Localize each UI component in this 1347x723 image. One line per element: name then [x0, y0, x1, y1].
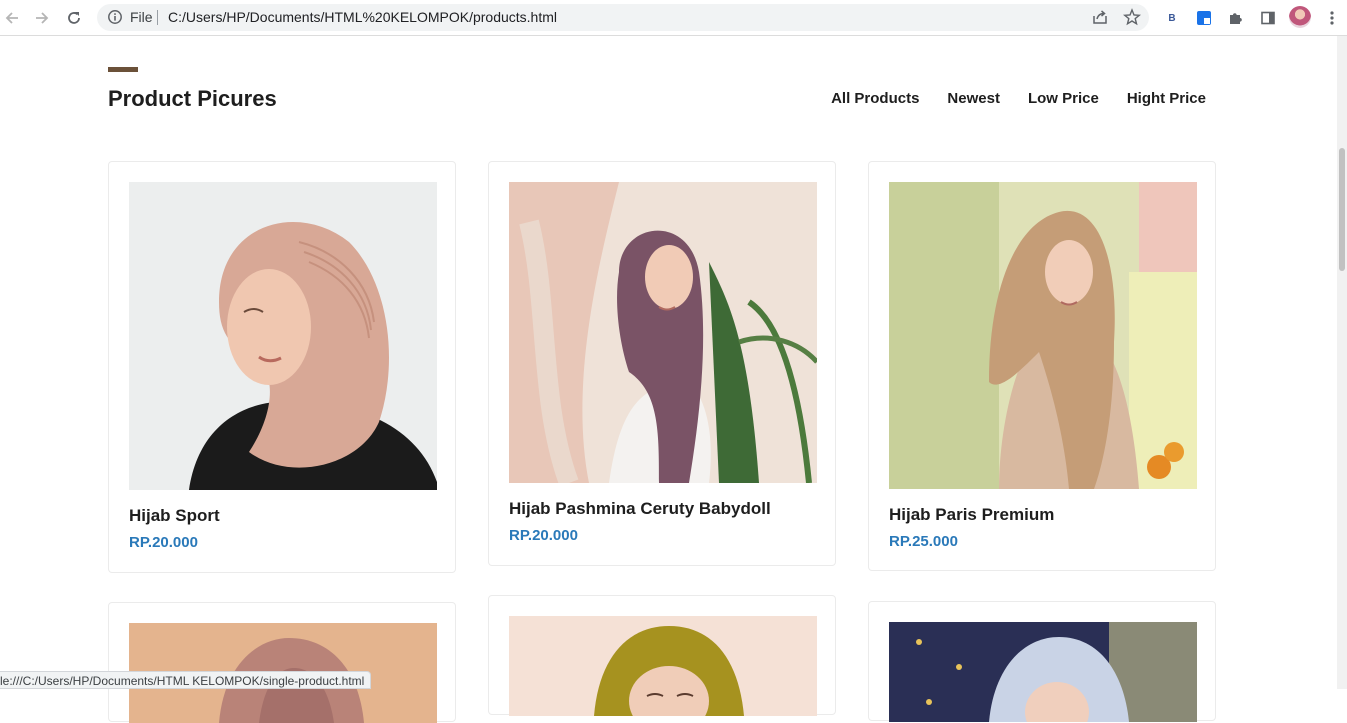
product-price: RP.20.000 [129, 534, 198, 551]
product-card[interactable]: Hijab Sport RP.20.000 [108, 161, 456, 573]
bookmark-star-icon[interactable] [1123, 8, 1141, 26]
extension-b-button[interactable]: B [1160, 6, 1184, 30]
page-scrollbar[interactable] [1337, 36, 1347, 689]
product-card[interactable]: Hijab Paris Premium RP.25.000 [868, 161, 1216, 571]
product-card[interactable]: Hijab Pashmina Ceruty Babydoll RP.20.000 [488, 161, 836, 566]
arrow-right-icon [36, 12, 49, 24]
url-divider [157, 10, 158, 25]
side-panel-icon [1261, 11, 1275, 25]
product-price: RP.25.000 [889, 533, 958, 550]
status-bar-link-preview: le:///C:/Users/HP/Documents/HTML KELOMPO… [0, 671, 372, 689]
filter-newest[interactable]: Newest [947, 90, 1000, 107]
product-name[interactable]: Hijab Pashmina Ceruty Babydoll [509, 499, 771, 519]
product-name[interactable]: Hijab Sport [129, 506, 220, 526]
extensions-button[interactable] [1224, 6, 1248, 30]
url-text[interactable]: C:/Users/HP/Documents/HTML%20KELOMPOK/pr… [168, 9, 557, 26]
product-image[interactable] [889, 622, 1197, 722]
product-card[interactable] [108, 602, 456, 723]
reload-icon [68, 12, 80, 24]
profile-avatar[interactable] [1289, 6, 1311, 28]
address-bar[interactable]: File C:/Users/HP/Documents/HTML%20KELOMP… [97, 4, 1149, 31]
hijab-mustard-photo [509, 616, 817, 716]
hijab-pashmina-photo [509, 182, 817, 483]
product-image[interactable] [129, 182, 437, 490]
url-scheme: File [130, 9, 153, 25]
product-name[interactable]: Hijab Paris Premium [889, 505, 1054, 525]
hijab-sport-photo [129, 182, 437, 490]
side-panel-button[interactable] [1256, 6, 1280, 30]
forward-button[interactable] [30, 6, 54, 30]
product-filters: All Products Newest Low Price Hight Pric… [831, 90, 1206, 107]
info-icon[interactable] [107, 9, 123, 25]
scrollbar-thumb[interactable] [1339, 148, 1345, 271]
filter-high-price[interactable]: Hight Price [1127, 90, 1206, 107]
extension-app-icon [1197, 11, 1211, 25]
filter-low-price[interactable]: Low Price [1028, 90, 1099, 107]
product-image[interactable] [509, 182, 817, 483]
product-card[interactable] [488, 595, 836, 716]
arrow-left-icon [5, 12, 18, 24]
extension-b-icon: B [1168, 12, 1176, 24]
more-vertical-icon [1330, 11, 1334, 25]
extension-blue-button[interactable] [1192, 6, 1216, 30]
hijab-paris-photo [889, 182, 1197, 489]
product-image[interactable] [509, 616, 817, 716]
product-price: RP.20.000 [509, 527, 578, 544]
browser-menu-button[interactable] [1320, 6, 1344, 30]
reload-button[interactable] [62, 6, 86, 30]
puzzle-icon [1230, 13, 1242, 24]
section-accent-bar [108, 67, 138, 72]
back-button[interactable] [0, 6, 24, 30]
browser-toolbar: File C:/Users/HP/Documents/HTML%20KELOMP… [0, 0, 1347, 36]
filter-all-products[interactable]: All Products [831, 90, 919, 107]
product-card[interactable] [868, 601, 1216, 722]
hijab-lightblue-photo [889, 622, 1197, 722]
product-image[interactable] [889, 182, 1197, 489]
section-title: Product Picures [108, 86, 277, 111]
share-icon[interactable] [1091, 8, 1109, 26]
